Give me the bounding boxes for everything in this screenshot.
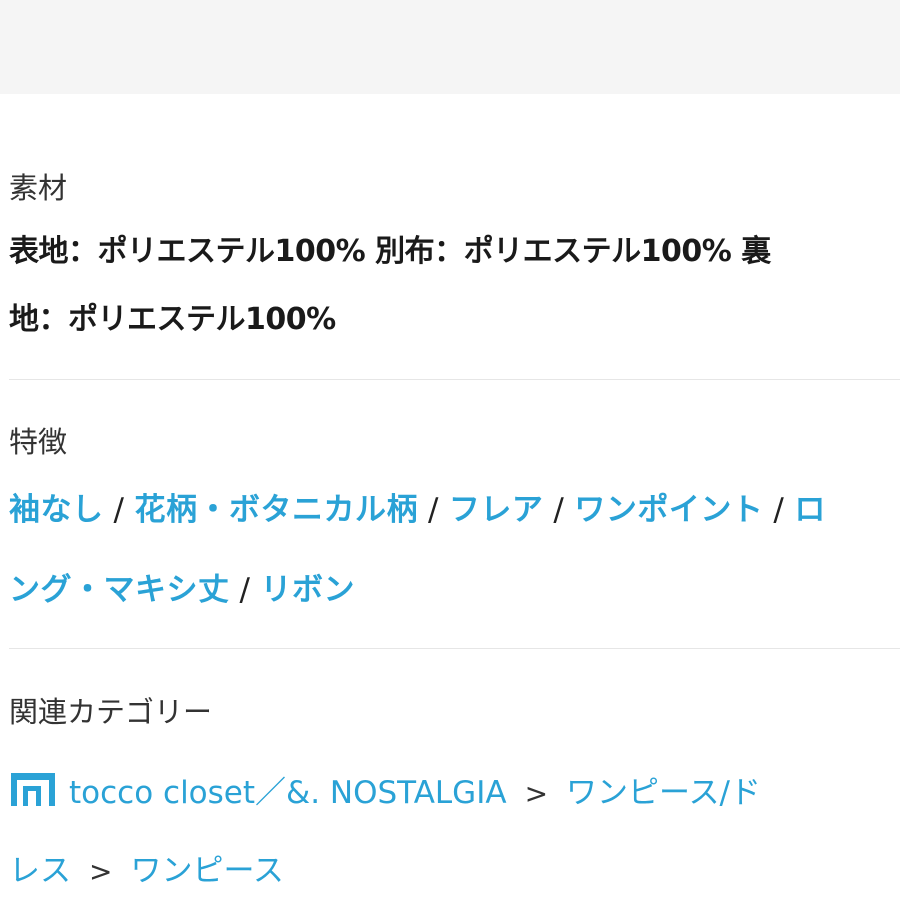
tag-long-maxi-part1[interactable]: ロ [794, 492, 826, 528]
material-line-1: 表地：ポリエステル100% 別布：ポリエステル100% 裏 [9, 234, 771, 269]
tag-sleeveless[interactable]: 袖なし [9, 492, 104, 528]
features-label: 特徴 [9, 425, 68, 459]
brand-link[interactable]: tocco closet／&. NOSTALGIA [69, 775, 507, 811]
tag-ribbon[interactable]: リボン [260, 572, 355, 608]
shop-icon [9, 760, 57, 834]
divider [9, 379, 900, 380]
tag-separator: / [113, 492, 125, 528]
breadcrumb-arrow: > [524, 777, 549, 810]
material-section: 素材 [9, 174, 900, 203]
tag-separator: / [239, 572, 251, 608]
material-line-2: 地：ポリエステル100% [9, 302, 336, 337]
tag-floral-botanical[interactable]: 花柄・ボタニカル柄 [134, 492, 418, 528]
tag-one-point[interactable]: ワンポイント [574, 492, 763, 528]
breadcrumb-arrow: > [89, 855, 113, 888]
category-row-2: レス > ワンピース [9, 834, 900, 909]
tag-separator: / [553, 492, 565, 528]
category-onepiece-dress-link-part1[interactable]: ワンピース/ド [566, 775, 761, 811]
tag-flare[interactable]: フレア [449, 492, 544, 528]
tag-separator: / [427, 492, 439, 528]
material-text: 表地：ポリエステル100% 別布：ポリエステル100% 裏 地：ポリエステル10… [9, 218, 900, 354]
top-bar [0, 0, 900, 94]
category-onepiece-dress-link-part2[interactable]: レス [9, 853, 71, 889]
related-label: 関連カテゴリー [9, 695, 213, 729]
features-tags: 袖なし / 花柄・ボタニカル柄 / フレア / ワンポイント / ロ ング・マキシ丈 / リボン [9, 470, 900, 630]
material-label: 素材 [9, 171, 68, 205]
features-row-2: ング・マキシ丈 / リボン [9, 550, 900, 630]
related-categories: tocco closet／&. NOSTALGIA > ワンピース/ド レス > ワンピ… [9, 756, 900, 909]
tag-long-maxi-part2[interactable]: ング・マキシ丈 [9, 572, 230, 608]
category-onepiece-link[interactable]: ワンピース [130, 853, 283, 889]
features-row-1: 袖なし / 花柄・ボタニカル柄 / フレア / ワンポイント / ロ [9, 470, 900, 550]
features-section: 特徴 [9, 428, 900, 457]
divider [9, 648, 900, 649]
category-row-1: tocco closet／&. NOSTALGIA > ワンピース/ド [9, 756, 900, 834]
related-section: 関連カテゴリー [9, 698, 900, 727]
tag-separator: / [773, 492, 785, 528]
